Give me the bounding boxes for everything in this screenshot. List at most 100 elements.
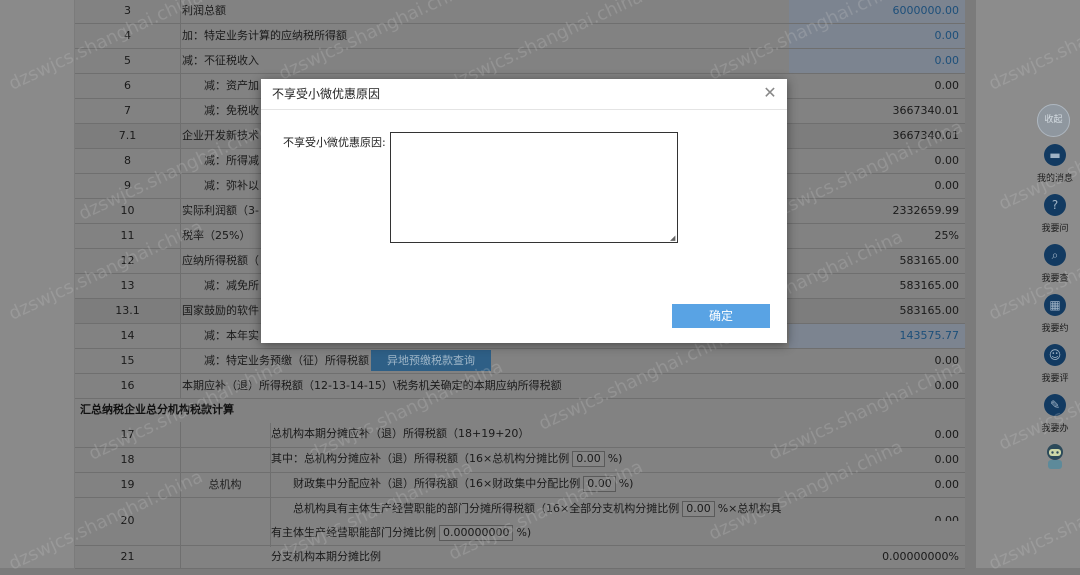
rate-icon[interactable]: ☺ (1044, 344, 1066, 366)
row-description: 减：不征税收入 (182, 54, 259, 67)
robot-icon[interactable] (1043, 442, 1067, 472)
reason-textarea[interactable] (390, 132, 678, 243)
row-number: 18 (75, 447, 181, 472)
left-margin (0, 0, 74, 568)
row-value: 0.00 (934, 478, 960, 491)
description-text: 其中：总机构分摊应补（退）所得税额（16×总机构分摊比例 (271, 452, 570, 465)
row-value: 583165.00 (899, 279, 960, 292)
dialog-title: 不享受小微优惠原因 (272, 87, 381, 101)
tool-label: 我要办 (1041, 424, 1069, 434)
confirm-button[interactable]: 确定 (672, 304, 770, 328)
reason-label: 不享受小微优惠原因: (283, 136, 386, 149)
collapse-button[interactable]: 收起 (1037, 104, 1070, 137)
row-value[interactable]: 0.00 (789, 49, 965, 73)
row-number: 17 (75, 422, 181, 447)
tool-label: 我要查 (1041, 274, 1069, 284)
row-value: 0.00 (934, 79, 960, 92)
row-number: 14 (75, 324, 181, 348)
tool-label: 我要问 (1041, 224, 1069, 234)
row-value: 2332659.99 (892, 204, 959, 217)
row-number: 11 (75, 224, 181, 248)
tool-message[interactable]: ▬ 我的消息 (1030, 144, 1080, 184)
tool-edit[interactable]: ✎ 我要办 (1030, 394, 1080, 434)
row-value: 0.00 (934, 453, 960, 466)
row-value: 0.00 (934, 379, 960, 392)
remote-prepay-query-button[interactable]: 异地预缴税款查询 (371, 350, 491, 371)
right-toolbar (976, 0, 1080, 568)
description-suffix: %) (516, 526, 532, 539)
row-number: 4 (75, 24, 181, 48)
row-number: 16 (75, 374, 181, 398)
row-description: 本期应补（退）所得税额（12-13-14-15）\税务机关确定的本期应纳所得税额 (182, 379, 562, 392)
hq-group-label: 总机构 (180, 423, 271, 547)
description-suffix: %×总机构具 (717, 502, 782, 515)
row-value: 583165.00 (899, 254, 960, 267)
row-value: 0.00000000% (882, 550, 959, 563)
row-number: 3 (75, 0, 181, 23)
row-value: 0.00 (934, 514, 960, 521)
row-value[interactable]: 6000000.00 (789, 0, 965, 23)
row-description: 总机构本期分摊应补（退）所得税额（18+19+20） (271, 427, 530, 440)
resize-handle-icon[interactable]: ◢ (670, 235, 677, 242)
table-row: 4 加：特定业务计算的应纳税所得额 0.00 (75, 24, 965, 49)
edit-icon[interactable]: ✎ (1044, 394, 1066, 416)
row-number: 6 (75, 74, 181, 98)
row-value: 25% (934, 229, 959, 242)
tool-rate[interactable]: ☺ 我要评 (1030, 344, 1080, 384)
description-suffix: %) (618, 477, 634, 490)
description-text: 总机构具有主体生产经营职能的部门分摊所得税额（16×全部分支机构分摊比例 (271, 502, 680, 515)
row-value[interactable]: 0.00 (789, 24, 965, 48)
row-number: 19 (75, 472, 181, 497)
table-row: 21 分支机构本期分摊比例 0.00000000% (75, 545, 965, 569)
ratio-input[interactable]: 0.00 (583, 476, 616, 492)
row-description: 加：特定业务计算的应纳税所得额 (182, 29, 347, 42)
description-text: 有主体生产经营职能部门分摊比例 (271, 526, 436, 539)
row-value: 0.00 (934, 428, 960, 441)
table-row: 16 本期应补（退）所得税额（12-13-14-15）\税务机关确定的本期应纳所得… (75, 374, 965, 399)
table-row: 15 减：特定业务预缴（征）所得税额 0.00 异地预缴税款查询 (75, 349, 965, 374)
tool-label: 我要约 (1041, 324, 1069, 334)
reason-dialog: 不享受小微优惠原因 ✕ 不享受小微优惠原因: ◢ 确定 (261, 79, 787, 343)
row-number: 20 (75, 497, 181, 545)
row-number: 10 (75, 199, 181, 223)
page: 3 利润总额 6000000.00 4 加：特定业务计算的应纳税所得额 0.00 5 减：不征… (0, 0, 1080, 575)
row-value: 0.00 (934, 154, 960, 167)
close-icon[interactable]: ✕ (761, 84, 779, 102)
row-description: 分支机构本期分摊比例 (271, 550, 381, 563)
description-suffix: %) (607, 452, 623, 465)
row-value[interactable]: 143575.77 (789, 324, 965, 348)
tool-label: 我的消息 (1036, 174, 1073, 184)
tool-label: 我要评 (1041, 374, 1069, 384)
row-value: 0.00 (934, 179, 960, 192)
message-icon[interactable]: ▬ (1044, 144, 1066, 166)
tool-question[interactable]: ? 我要问 (1030, 194, 1080, 234)
row-number: 9 (75, 174, 181, 198)
row-number: 7 (75, 99, 181, 123)
row-number: 15 (75, 349, 181, 373)
table-row: 3 利润总额 6000000.00 (75, 0, 965, 24)
row-number: 13.1 (75, 299, 181, 323)
row-number: 12 (75, 249, 181, 273)
row-number: 21 (75, 545, 181, 568)
row-description: 利润总额 (182, 4, 226, 17)
row-value: 0.00 (934, 354, 960, 367)
row-description: 总机构具有主体生产经营职能的部门分摊所得税额（16×全部分支机构分摊比例 0.00… (271, 497, 871, 545)
row-number: 5 (75, 49, 181, 73)
row-value: 3667340.01 (892, 129, 959, 142)
row-number: 13 (75, 274, 181, 298)
row-value: 3667340.01 (892, 104, 959, 117)
ratio-input[interactable]: 0.00 (682, 501, 715, 517)
tool-calendar[interactable]: ▦ 我要约 (1030, 294, 1080, 334)
tool-search[interactable]: ⌕ 我要查 (1030, 244, 1080, 284)
row-number: 8 (75, 149, 181, 173)
row-description: 财政集中分配应补（退）所得税额（16×财政集中分配比例 0.00%) (271, 472, 871, 497)
section-title: 汇总纳税企业总分机构税款计算 (80, 403, 234, 416)
question-icon[interactable]: ? (1044, 194, 1066, 216)
calendar-icon[interactable]: ▦ (1044, 294, 1066, 316)
search-icon[interactable]: ⌕ (1044, 244, 1066, 266)
ratio-input[interactable]: 0.00 (572, 451, 605, 467)
row-description: 其中：总机构分摊应补（退）所得税额（16×总机构分摊比例 0.00%) (271, 447, 871, 472)
description-text: 财政集中分配应补（退）所得税额（16×财政集中分配比例 (271, 477, 581, 490)
ratio-input[interactable]: 0.00000000 (439, 525, 514, 541)
row-value: 583165.00 (899, 304, 960, 317)
